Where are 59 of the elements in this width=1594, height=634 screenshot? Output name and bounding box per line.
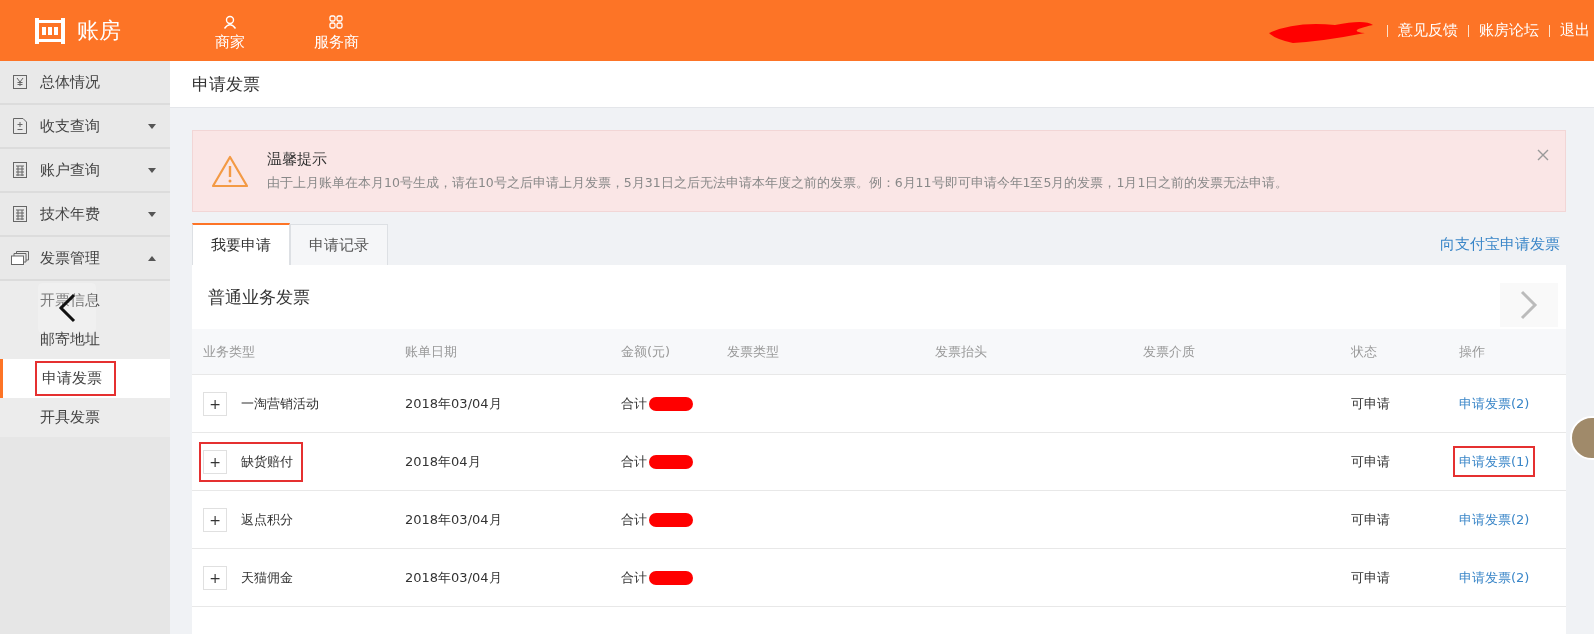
column-header: 账单日期 xyxy=(405,342,458,361)
warning-icon xyxy=(211,154,249,188)
table-cell-text: 2018年03/04月 xyxy=(405,510,503,529)
cards-icon xyxy=(11,251,29,265)
alert-message: 由于上月账单在本月10号生成，请在10号之后申请上月发票，5月31日之后无法申请本年度之前的发票。例：6月11号即可申请今年1至5月的发票，1月1日之前的发票无法申请。 xyxy=(267,175,1289,192)
table-cell-text: 可申请 xyxy=(1351,510,1391,529)
apply-invoice-link[interactable]: 申请发票(2) xyxy=(1453,503,1536,535)
brand-name: 账房 xyxy=(77,16,121,45)
table-cell-text: 可申请 xyxy=(1351,568,1391,587)
expand-button[interactable]: + xyxy=(203,449,227,474)
table-cell: 一淘营销活动 xyxy=(241,394,319,413)
alipay-invoice-link[interactable]: 向支付宝申请发票 xyxy=(1440,235,1560,254)
table-cell: 合计 xyxy=(621,568,647,587)
column-header: 发票类型 xyxy=(727,342,780,361)
expand-button[interactable]: + xyxy=(203,391,227,416)
table-cell-text: 可申请 xyxy=(1351,452,1391,471)
sidebar-subitem[interactable]: 申请发票 xyxy=(0,359,170,398)
table-cell: 缺货赔付 xyxy=(241,452,293,471)
section-title: 普通业务发票 xyxy=(207,285,310,309)
chevron-right-icon xyxy=(1520,290,1538,320)
calculator-icon xyxy=(13,162,27,178)
column-header: 发票抬头 xyxy=(935,342,988,361)
table-cell: 合计 xyxy=(621,510,647,529)
table-cell-text: 可申请 xyxy=(1351,394,1391,413)
expand-button[interactable]: + xyxy=(203,507,227,532)
redaction-mark xyxy=(649,454,693,469)
apply-invoice-link[interactable]: 申请发票(2) xyxy=(1453,561,1536,593)
table-cell: 天猫佣金 xyxy=(241,568,293,587)
alert-title: 温馨提示 xyxy=(267,150,328,169)
column-header: 发票介质 xyxy=(1143,342,1196,361)
table-cell-text: 2018年04月 xyxy=(405,452,482,471)
table-cell-text: 2018年03/04月 xyxy=(405,568,503,587)
column-header: 操作 xyxy=(1459,342,1486,361)
next-arrow-button[interactable] xyxy=(1500,283,1558,327)
redaction-mark xyxy=(649,570,693,585)
calculator-icon xyxy=(13,206,27,222)
column-header: 业务类型 xyxy=(202,342,256,361)
expand-button[interactable]: + xyxy=(203,565,227,590)
page-title: 申请发票 xyxy=(170,61,1594,108)
abacus-icon xyxy=(35,17,65,44)
table-cell: 返点积分 xyxy=(241,510,293,529)
table-cell: 合计 xyxy=(621,394,647,413)
document-icon xyxy=(13,118,27,134)
table-cell: 合计 xyxy=(621,452,647,471)
tab[interactable]: 我要申请 xyxy=(192,223,290,265)
yen-icon xyxy=(13,75,27,89)
redaction-mark xyxy=(649,396,693,411)
grid-icon xyxy=(329,15,343,29)
apply-invoice-link[interactable]: 申请发票(2) xyxy=(1453,387,1536,419)
sidebar-subitem[interactable]: 开具发票 xyxy=(0,398,170,437)
sidebar-subitem[interactable]: 邮寄地址 xyxy=(0,320,170,359)
tab[interactable]: 申请记录 xyxy=(290,224,388,265)
close-icon[interactable] xyxy=(1537,149,1549,161)
column-header: 状态 xyxy=(1351,342,1378,361)
apply-invoice-link[interactable]: 申请发票(1) xyxy=(1453,445,1536,477)
user-icon xyxy=(223,15,237,29)
redaction-mark xyxy=(649,512,693,527)
column-header: 金额(元) xyxy=(621,342,672,361)
table-cell-text: 2018年03/04月 xyxy=(405,394,503,413)
